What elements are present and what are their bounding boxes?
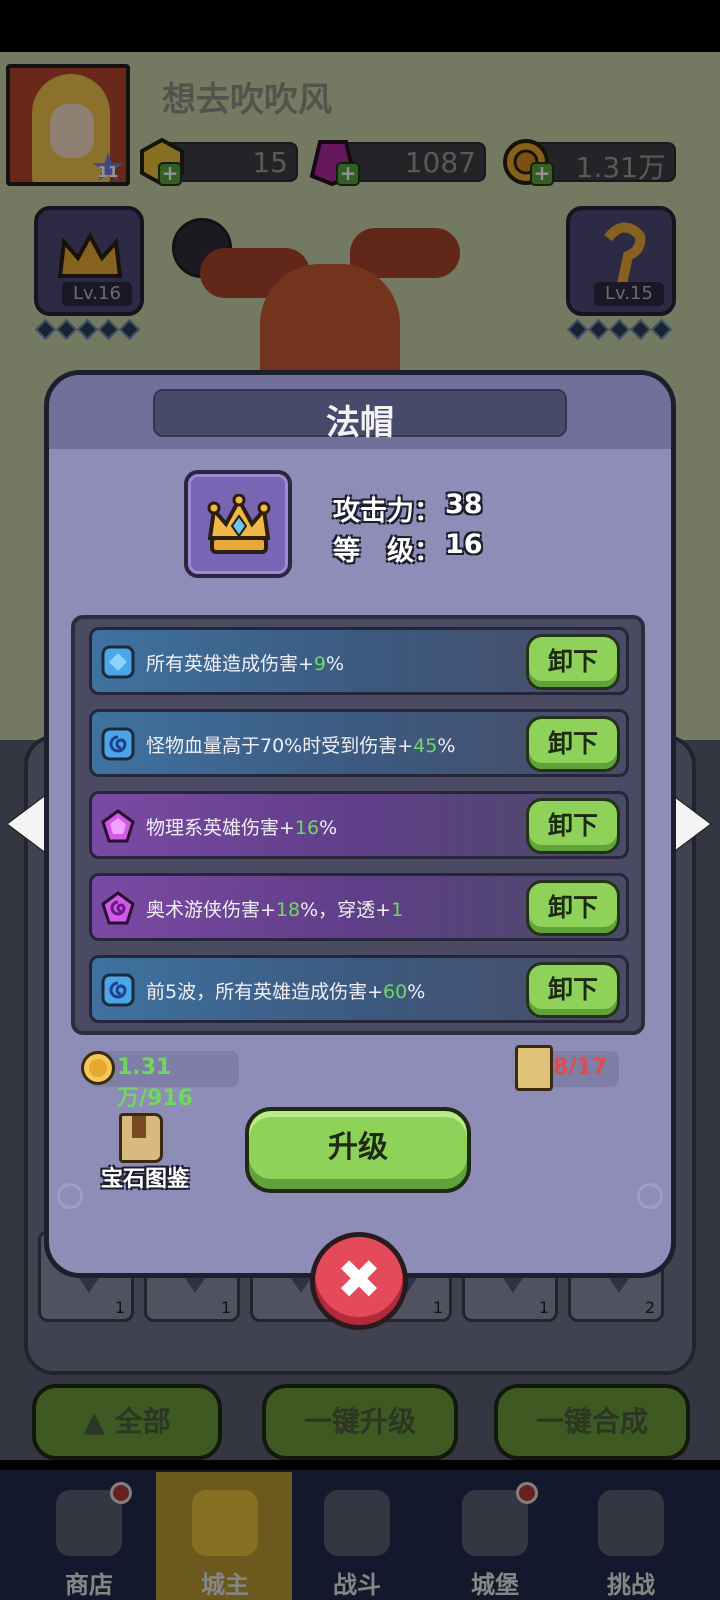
coin-icon bbox=[81, 1051, 115, 1085]
game-screen: ★ 11 想去吹吹风 15 + 1087 + 1.31万 + Lv.16 Lv.1… bbox=[0, 0, 720, 1600]
unequip-button[interactable]: 卸下 bbox=[526, 716, 620, 772]
gem-book-label[interactable]: 宝石图鉴 bbox=[95, 1161, 195, 1193]
gem-socket-list: 所有英雄造成伤害+9% 卸下 怪物血量高于70%时受到伤害+45% 卸下 物理系… bbox=[71, 615, 645, 1035]
gem-effect-text: 奥术游侠伤害+18%，穿透+1 bbox=[146, 899, 404, 921]
stat-level-value: 16 bbox=[445, 529, 483, 560]
purple-swirl-gem-icon bbox=[101, 891, 135, 925]
gem-row: 所有英雄造成伤害+9% 卸下 bbox=[89, 627, 629, 695]
blue-swirl-gem-icon bbox=[101, 727, 135, 761]
corner-ornament-icon bbox=[57, 1183, 83, 1209]
stat-attack-value: 38 bbox=[445, 489, 483, 520]
scroll-count-text: 8/17 bbox=[553, 1055, 607, 1080]
gem-effect-text: 前5波，所有英雄造成伤害+60% bbox=[146, 981, 426, 1003]
crown-icon bbox=[207, 494, 271, 554]
item-icon-frame bbox=[184, 470, 292, 578]
purple-pentagon-gem-icon bbox=[101, 809, 135, 843]
previous-item-arrow[interactable] bbox=[8, 794, 48, 854]
corner-ornament-icon bbox=[637, 1183, 663, 1209]
unequip-button[interactable]: 卸下 bbox=[526, 634, 620, 690]
gem-row: 前5波，所有英雄造成伤害+60% 卸下 bbox=[89, 955, 629, 1023]
modal-title-bar: 法帽 bbox=[153, 389, 567, 443]
unequip-button[interactable]: 卸下 bbox=[526, 880, 620, 936]
gem-row: 怪物血量高于70%时受到伤害+45% 卸下 bbox=[89, 709, 629, 777]
book-icon[interactable] bbox=[119, 1113, 163, 1163]
blue-swirl-gem-icon bbox=[101, 973, 135, 1007]
upgrade-cost-text: 1.31万/916 bbox=[117, 1055, 193, 1111]
next-item-arrow[interactable] bbox=[670, 794, 710, 854]
stat-level: 等 级： 16 bbox=[333, 529, 483, 568]
stat-attack: 攻击力： 38 bbox=[333, 489, 483, 528]
unequip-button[interactable]: 卸下 bbox=[526, 798, 620, 854]
blue-square-gem-icon bbox=[101, 645, 135, 679]
stat-level-label: 等 级： bbox=[333, 536, 441, 567]
gem-row: 奥术游侠伤害+18%，穿透+1 卸下 bbox=[89, 873, 629, 941]
scroll-banner-icon bbox=[515, 1045, 553, 1091]
gem-effect-text: 所有英雄造成伤害+9% bbox=[146, 653, 345, 675]
upgrade-button[interactable]: 升级 bbox=[245, 1107, 471, 1193]
gem-effect-text: 怪物血量高于70%时受到伤害+45% bbox=[146, 735, 456, 757]
gem-row: 物理系英雄伤害+16% 卸下 bbox=[89, 791, 629, 859]
modal-title: 法帽 bbox=[326, 403, 394, 443]
stat-attack-label: 攻击力： bbox=[333, 496, 441, 527]
close-x-icon: ✖ bbox=[336, 1248, 382, 1311]
item-detail-modal: 法帽 攻击力： 38 等 级： 16 所有英雄造成伤害+9% 卸下 怪物血量高于… bbox=[44, 370, 676, 1278]
unequip-button[interactable]: 卸下 bbox=[526, 962, 620, 1018]
gem-effect-text: 物理系英雄伤害+16% bbox=[146, 817, 338, 839]
close-button[interactable]: ✖ bbox=[310, 1232, 408, 1330]
